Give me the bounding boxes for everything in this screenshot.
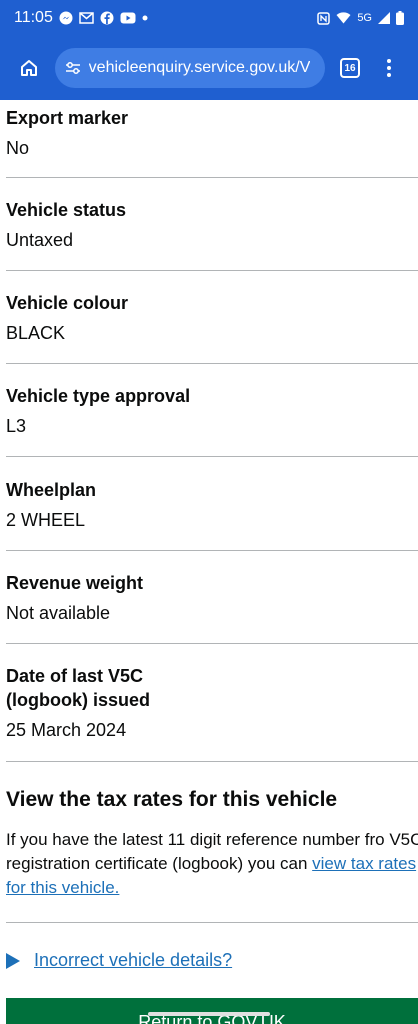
row-key: Vehicle colour [6, 293, 129, 313]
row-key: Wheelplan [6, 480, 97, 500]
details-summary-label: Incorrect vehicle details? [34, 950, 233, 970]
battery-icon [396, 11, 404, 25]
triangle-right-icon [6, 952, 20, 969]
signal-icon [378, 12, 390, 24]
gesture-navigation-bar[interactable] [148, 1012, 270, 1016]
nfc-icon [317, 11, 331, 25]
row-key: Vehicle status [6, 200, 127, 220]
status-bar: 11:05 5G [0, 0, 418, 36]
messenger-icon [59, 11, 73, 25]
row-key: Vehicle type approval [6, 386, 191, 406]
gmail-icon [79, 12, 94, 24]
summary-row-wheelplan: Wheelplan 2 WHEEL [6, 478, 418, 551]
status-time: 11:05 [14, 9, 53, 26]
row-value: 25 March 2024 [6, 720, 127, 740]
network-type: 5G [357, 12, 372, 24]
summary-row-vehicle-status: Vehicle status Untaxed [6, 198, 418, 271]
row-key-line-1: Date of last V5C [6, 666, 144, 686]
facebook-icon [100, 11, 114, 25]
row-value: BLACK [6, 323, 66, 343]
summary-row-revenue-weight: Revenue weight Not available [6, 571, 418, 644]
tab-count: 16 [340, 58, 360, 78]
wifi-icon [336, 12, 351, 24]
row-value: No [6, 138, 30, 158]
row-value: Untaxed [6, 230, 74, 250]
summary-row-vehicle-colour: Vehicle colour BLACK [6, 291, 418, 364]
more-vert-icon [386, 59, 391, 77]
tax-rates-text: If you have the latest 11 digit referenc… [6, 828, 418, 900]
home-button[interactable] [10, 48, 49, 88]
row-key: Export marker [6, 108, 129, 128]
page-content: Export marker No Vehicle status Untaxed … [0, 100, 418, 1024]
summary-row-export-marker: Export marker No [6, 106, 418, 178]
tax-rates-heading: View the tax rates for this vehicle [6, 788, 338, 811]
notification-dot-icon [142, 15, 148, 21]
address-bar[interactable]: vehicleenquiry.service.gov.uk/V [54, 48, 325, 88]
home-icon [21, 60, 38, 76]
row-value: Not available [6, 603, 111, 623]
row-value: 2 WHEEL [6, 510, 86, 530]
return-to-govuk-button[interactable]: Return to GOV.UK [6, 998, 418, 1024]
youtube-icon [120, 12, 136, 24]
browser-toolbar: vehicleenquiry.service.gov.uk/V 16 [0, 36, 418, 100]
url-text: vehicleenquiry.service.gov.uk/V [88, 59, 311, 76]
row-value: L3 [6, 416, 27, 436]
section-divider [6, 922, 418, 923]
summary-row-vehicle-type-approval: Vehicle type approval L3 [6, 384, 418, 457]
tab-switcher-button[interactable]: 16 [331, 48, 370, 88]
site-settings-icon[interactable] [65, 61, 81, 75]
browser-menu-button[interactable] [369, 48, 408, 88]
incorrect-details-toggle[interactable]: Incorrect vehicle details? [6, 950, 232, 971]
row-key-line-2: (logbook) issued [6, 690, 150, 710]
row-key: Revenue weight [6, 573, 144, 593]
summary-row-v5c-date: Date of last V5C (logbook) issued 25 Mar… [6, 664, 418, 762]
